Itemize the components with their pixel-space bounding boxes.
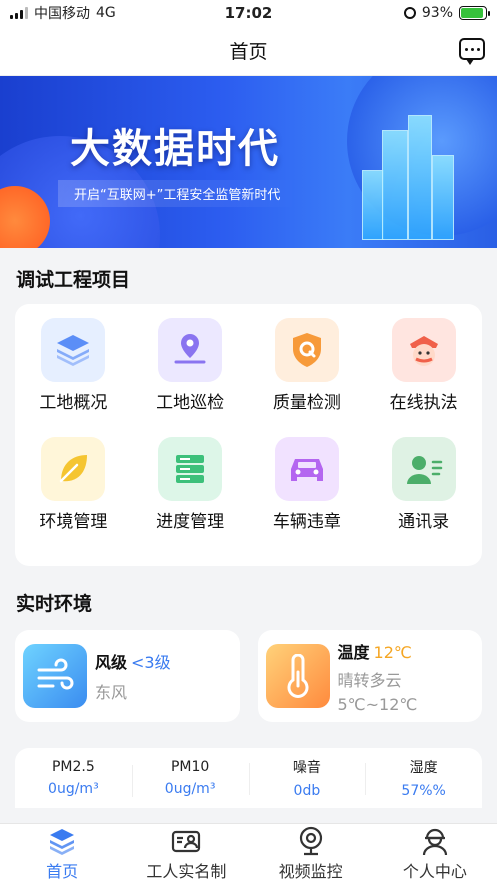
project-item[interactable]: 环境管理 [15,437,132,556]
metric-name: 湿度 [409,760,438,776]
rotation-lock-icon [403,7,416,19]
page-title: 首页 [229,41,268,63]
signal-icon [10,7,28,19]
carrier: 中国移动 [34,6,90,22]
home-stack-icon [50,828,75,855]
project-label: 在线执法 [389,393,458,413]
temperature-label: 温度 [337,642,370,662]
battery-percent: 93% [421,5,453,21]
metric-noise: 噪音 0db [248,757,366,799]
project-label: 车辆违章 [272,512,341,532]
temperature-card[interactable]: 温度 12℃ 晴转多云 5℃~12℃ [257,630,482,722]
car-icon [274,437,339,501]
tab-video-monitor[interactable]: 视频监控 [249,824,373,883]
metric-name: PM2.5 [51,759,95,775]
message-icon[interactable] [459,38,485,65]
metric-value: 0ug/m³ [164,781,216,797]
tab-worker-realname[interactable]: 工人实名制 [124,824,248,883]
project-item[interactable]: 车辆违章 [249,437,366,556]
metric-pm25: PM2.5 0ug/m³ [15,759,132,797]
shield-q-icon [274,318,339,382]
project-label: 通讯录 [398,512,450,532]
metrics-card: PM2.5 0ug/m³ PM10 0ug/m³ 噪音 0db 湿度 57%% [15,748,482,808]
project-item[interactable]: 在线执法 [365,318,482,437]
wind-icon [23,644,87,708]
wind-card[interactable]: 风级 <3级 东风 [15,630,240,722]
metric-pm10: PM10 0ug/m³ [131,759,249,797]
tab-home[interactable]: 首页 [0,824,124,883]
tab-label: 视频监控 [278,861,343,881]
city-illustration [362,110,457,240]
banner[interactable]: 大数据时代 开启“互联网+”工程安全监管新时代 [0,76,497,248]
location-pin-icon [158,318,223,382]
project-label: 工地概况 [39,393,108,413]
project-item[interactable]: 通讯录 [365,437,482,556]
weather-text: 晴转多云 [337,670,402,690]
metric-value: 0ug/m³ [48,781,99,797]
metric-humidity: 湿度 57%% [365,757,482,799]
project-label: 进度管理 [156,512,225,532]
projects-grid: 工地概况 工地巡检 质量检测 在线执法环境管理 进度管理 车辆违章 通讯录 [15,304,482,566]
project-label: 质量检测 [272,393,341,413]
server-icon [158,437,223,501]
project-item[interactable]: 进度管理 [132,437,249,556]
environment-title: 实时环境 [16,592,93,615]
id-card-icon [172,830,201,852]
officer-icon [391,318,456,382]
thermometer-icon [265,644,330,708]
wind-direction: 东风 [95,683,128,702]
leaf-icon [41,437,106,501]
camera-icon [299,826,322,855]
tab-label: 个人中心 [402,861,467,881]
wind-label: 风级 [95,653,128,672]
clock: 17:02 [224,4,273,22]
project-item[interactable]: 质量检测 [249,318,366,437]
nav-bar: 首页 [0,26,497,76]
banner-title: 大数据时代 [70,126,280,172]
tab-label: 首页 [46,861,79,881]
metric-value: 0db [293,783,321,799]
status-bar: 中国移动 4G 17:02 93% [0,0,497,26]
network-type: 4G [96,5,116,21]
battery-icon [459,6,490,20]
wind-level: <3级 [131,653,171,672]
project-item[interactable]: 工地概况 [15,318,132,437]
temperature-range: 5℃~12℃ [337,694,418,714]
metric-value: 57%% [401,783,446,799]
banner-subtitle: 开启“互联网+”工程安全监管新时代 [58,180,297,207]
project-label: 环境管理 [39,512,108,532]
project-label: 工地巡检 [156,393,225,413]
temperature-value: 12℃ [373,642,412,662]
tab-profile[interactable]: 个人中心 [373,824,497,883]
worker-helmet-icon [422,828,447,855]
metric-name: 噪音 [292,760,321,776]
tab-label: 工人实名制 [146,861,227,881]
metric-name: PM10 [170,759,210,775]
tab-bar: 首页 工人实名制 视频监控 个人中心 [0,823,497,883]
contact-card-icon [391,437,456,501]
project-item[interactable]: 工地巡检 [132,318,249,437]
projects-title: 调试工程项目 [16,268,131,291]
layers-icon [41,318,106,382]
